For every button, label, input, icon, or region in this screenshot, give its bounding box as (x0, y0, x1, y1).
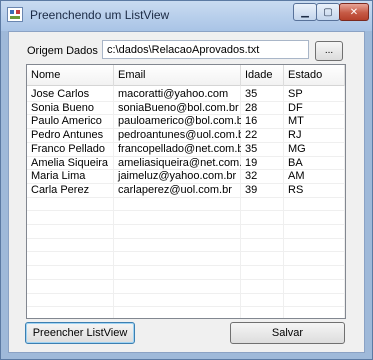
cell-nome: Amelia Siqueira (31, 157, 109, 169)
browse-button[interactable]: ... (315, 41, 343, 61)
cell-idade: 16 (245, 115, 258, 127)
grid-line (27, 306, 345, 307)
cell-idade: 39 (245, 184, 258, 196)
maximize-button[interactable]: ▢ (316, 3, 340, 21)
list-view-header: Nome Email Idade Estado (27, 65, 345, 86)
app-window: Preenchendo um ListView ▁ ▢ ✕ Origem Dad… (0, 0, 373, 360)
cell-estado: SP (288, 88, 303, 100)
cell-nome: Franco Pellado (31, 143, 105, 155)
cell-idade: 35 (245, 88, 258, 100)
table-row[interactable]: Paulo Americo pauloamerico@bol.com.br 16 MT (27, 115, 345, 128)
grid-line (27, 197, 345, 198)
grid-line (27, 251, 345, 252)
table-row[interactable]: Maria Lima jaimeluz@yahoo.com.br 32 AM (27, 170, 345, 183)
cell-email: carlaperez@uol.com.br (118, 184, 232, 196)
cell-nome: Maria Lima (31, 170, 86, 182)
table-row[interactable]: Jose Carlos macoratti@yahoo.com 35 SP (27, 88, 345, 101)
cell-email: pauloamerico@bol.com.br (118, 115, 241, 127)
cell-nome: Carla Perez (31, 184, 90, 196)
grid-line (27, 279, 345, 280)
cell-estado: RJ (288, 129, 302, 141)
cell-estado: RS (288, 184, 304, 196)
cell-estado: DF (288, 102, 303, 114)
grid-line (27, 265, 345, 266)
grid-line (27, 210, 345, 211)
cell-estado: MG (288, 143, 306, 155)
cell-nome: Pedro Antunes (31, 129, 104, 141)
close-button[interactable]: ✕ (339, 3, 369, 21)
cell-nome: Jose Carlos (31, 88, 90, 100)
table-row[interactable]: Amelia Siqueira ameliasiqueira@net.com.br… (27, 157, 345, 170)
form-client-area: Origem Dados : ... NomeEmailIdadeEstado … (8, 31, 365, 353)
column-header-email[interactable]: Email (114, 65, 241, 86)
cell-idade: 28 (245, 102, 258, 114)
table-row[interactable]: Sonia Bueno soniaBueno@bol.com.br 28 DF (27, 102, 345, 115)
path-input[interactable] (102, 40, 309, 59)
cell-email: soniaBueno@bol.com.br (118, 102, 239, 114)
cell-idade: 22 (245, 129, 258, 141)
table-row[interactable]: Pedro Antunes pedroantunes@uol.com.br 22 RJ (27, 129, 345, 142)
column-header-nome[interactable]: Nome (27, 65, 114, 86)
cell-nome: Paulo Americo (31, 115, 102, 127)
cell-idade: 32 (245, 170, 258, 182)
cell-estado: MT (288, 115, 304, 127)
cell-estado: AM (288, 170, 305, 182)
origem-dados-label: Origem Dados : (27, 45, 105, 57)
minimize-button[interactable]: ▁ (293, 3, 317, 21)
window-title: Preenchendo um ListView (30, 8, 170, 22)
cell-idade: 35 (245, 143, 258, 155)
column-header-estado[interactable]: Estado (284, 65, 345, 86)
cell-idade: 19 (245, 157, 258, 169)
grid-line (27, 224, 345, 225)
cell-email: ameliasiqueira@net.com.br (118, 157, 241, 169)
cell-email: francopellado@net.com.br (118, 143, 241, 155)
table-row[interactable]: Franco Pellado francopellado@net.com.br 35… (27, 143, 345, 156)
column-header-idade[interactable]: Idade (241, 65, 284, 86)
cell-nome: Sonia Bueno (31, 102, 94, 114)
cell-email: jaimeluz@yahoo.com.br (118, 170, 237, 182)
grid-line (27, 238, 345, 239)
cell-email: pedroantunes@uol.com.br (118, 129, 241, 141)
app-icon (7, 7, 23, 22)
cell-email: macoratti@yahoo.com (118, 88, 229, 100)
cell-estado: BA (288, 157, 303, 169)
table-row[interactable]: Carla Perez carlaperez@uol.com.br 39 RS (27, 184, 345, 197)
title-bar[interactable]: Preenchendo um ListView ▁ ▢ ✕ (1, 1, 372, 31)
fill-listview-button[interactable]: Preencher ListView (25, 322, 135, 344)
list-view[interactable]: Nome Email Idade Estado Jose Carlos macoratt… (26, 64, 346, 319)
grid-line (27, 293, 345, 294)
save-button[interactable]: Salvar (230, 322, 345, 344)
